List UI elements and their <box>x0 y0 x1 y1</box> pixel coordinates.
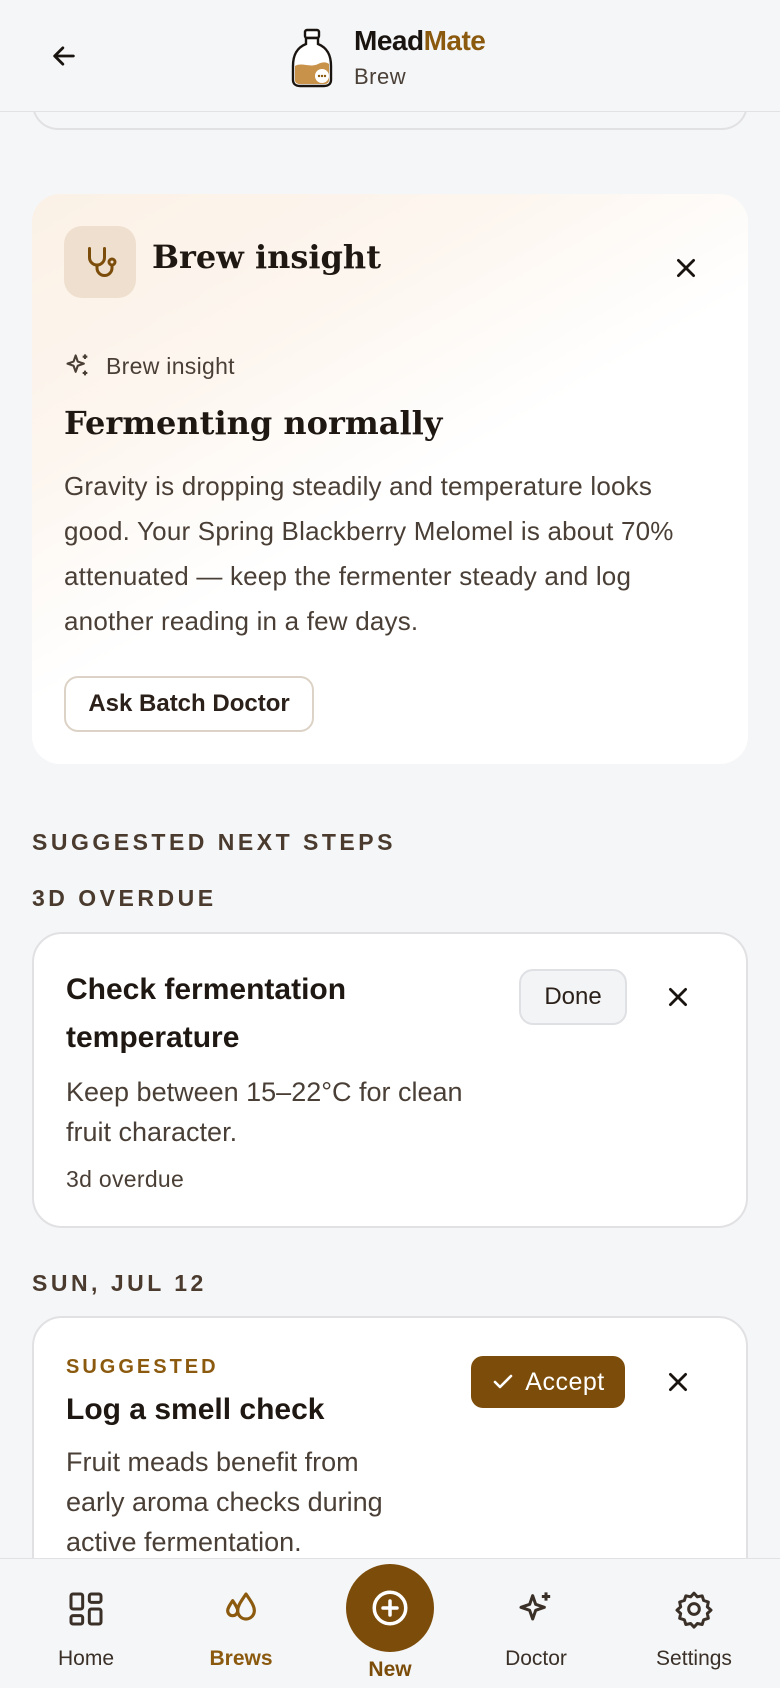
nav-item-home[interactable]: Home <box>26 1559 146 1688</box>
task-card-temperature: Check fermentation temperature Keep betw… <box>32 932 748 1228</box>
task-desc-line3: active fermentation. <box>66 1527 302 1557</box>
nav-item-doctor[interactable]: Doctor <box>476 1559 596 1688</box>
back-button[interactable] <box>44 36 84 76</box>
nav-label-settings: Settings <box>656 1647 732 1670</box>
task-desc-line1: Fruit meads benefit from <box>66 1447 359 1477</box>
close-icon <box>669 1373 687 1391</box>
check-icon <box>493 1374 513 1389</box>
nav-item-settings[interactable]: Settings <box>634 1559 754 1688</box>
sparkle-icon <box>66 354 88 376</box>
task-title-line1: Check fermentation <box>66 973 347 1006</box>
insight-close-button[interactable] <box>666 248 706 288</box>
new-brew-button[interactable] <box>346 1564 434 1652</box>
arrow-left-icon <box>53 46 75 66</box>
task-title-line2: temperature <box>66 1021 240 1054</box>
gear-icon <box>675 1591 713 1629</box>
group-label-overdue: 3D OVERDUE <box>32 885 217 911</box>
task-desc-line2: early aroma checks during <box>66 1487 383 1517</box>
suggested-tag: SUGGESTED <box>66 1356 219 1378</box>
mead-bottle-icon <box>291 28 333 88</box>
accept-label: Accept <box>525 1367 605 1396</box>
grid-icon <box>69 1592 103 1626</box>
close-icon <box>669 988 687 1006</box>
sparkle-icon <box>519 1592 551 1621</box>
next-steps-heading: SUGGESTED NEXT STEPS <box>32 829 396 855</box>
dismiss-task-button[interactable] <box>658 1362 698 1402</box>
drops-icon <box>226 1592 256 1621</box>
nav-label-home: Home <box>57 1647 115 1670</box>
nav-label-new: New <box>368 1658 412 1681</box>
brand-name: MeadMate <box>354 24 486 58</box>
insight-body: Gravity is dropping steadily and tempera… <box>64 471 674 636</box>
insight-label: Brew insight <box>106 352 235 379</box>
dismiss-task-button[interactable] <box>658 977 698 1017</box>
brand-part2: Mate <box>423 25 486 56</box>
task-desc-line2: fruit character. <box>66 1117 238 1147</box>
task-due-status: 3d overdue <box>66 1166 185 1192</box>
accept-button[interactable]: Accept <box>471 1356 625 1408</box>
task-desc-line1: Keep between 15–22°C for clean <box>66 1077 463 1107</box>
brew-insight-card: Brew insight Brew insight Fermenting nor… <box>32 194 748 764</box>
stethoscope-icon-badge <box>64 226 136 298</box>
group-label-date: SUN, JUL 12 <box>32 1270 207 1296</box>
stethoscope-icon <box>88 247 117 277</box>
page-subtitle: Brew <box>354 64 407 89</box>
close-icon <box>677 259 695 277</box>
task-title: Log a smell check <box>66 1393 325 1426</box>
insight-label-row: Brew insight <box>64 352 235 380</box>
brand-part1: Mead <box>354 25 424 56</box>
done-button[interactable]: Done <box>519 969 627 1025</box>
insight-card-title: Brew insight <box>152 238 381 276</box>
app-logo: MeadMate Brew <box>290 24 486 92</box>
nav-label-doctor: Doctor <box>505 1647 567 1670</box>
nav-label-brews: Brews <box>209 1647 273 1670</box>
app-header: MeadMate Brew <box>0 0 780 112</box>
nav-item-brews[interactable]: Brews <box>181 1559 301 1688</box>
ask-batch-doctor-button[interactable]: Ask Batch Doctor <box>64 676 314 732</box>
plus-circle-icon <box>372 1590 408 1626</box>
insight-headline: Fermenting normally <box>64 404 443 442</box>
